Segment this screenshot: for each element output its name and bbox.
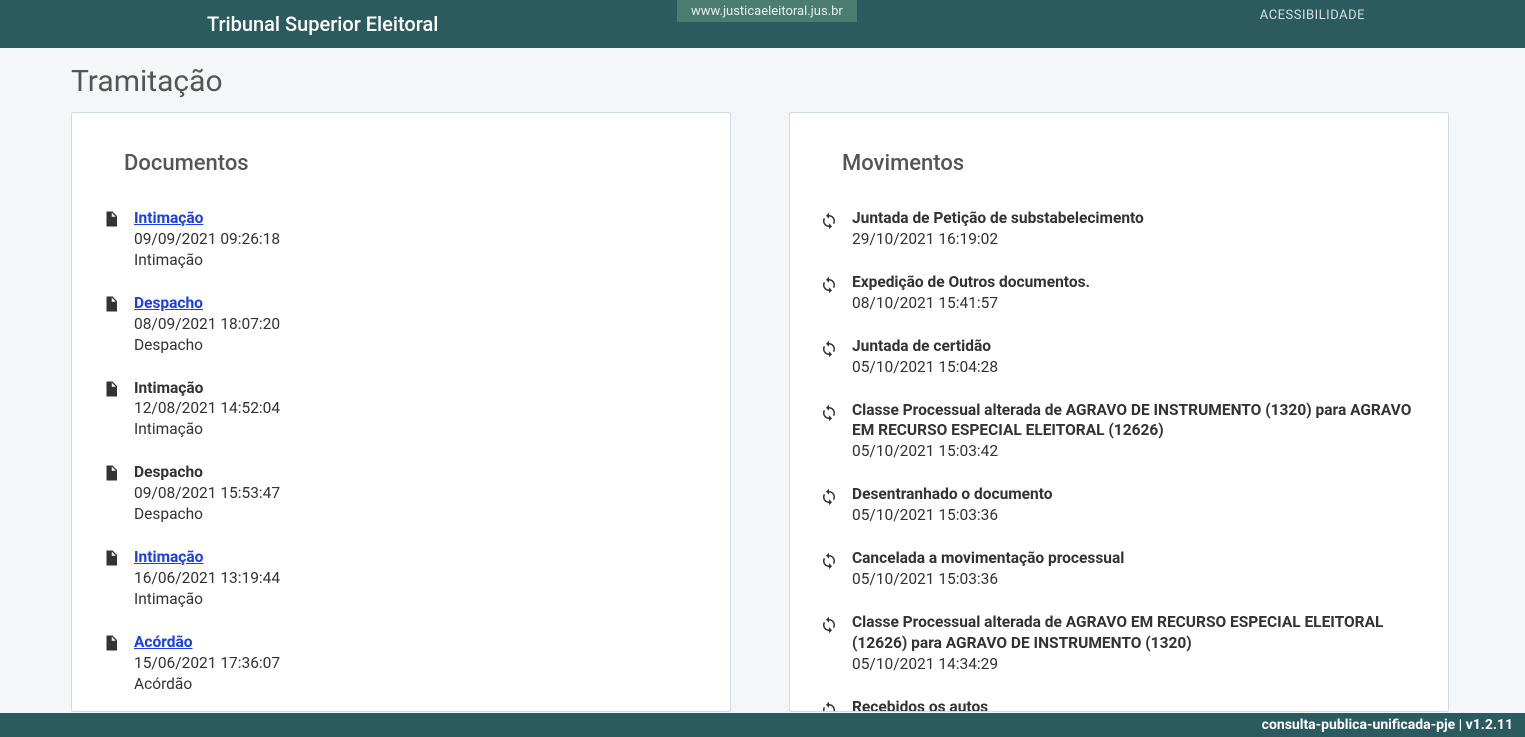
movimento-date: 05/10/2021 14:34:29 bbox=[852, 654, 1418, 675]
movimento-item: Expedição de Outros documentos.08/10/202… bbox=[820, 272, 1418, 314]
documento-date: 09/08/2021 15:53:47 bbox=[134, 483, 280, 504]
documento-desc: Despacho bbox=[134, 504, 280, 525]
documento-item: Intimação16/06/2021 13:19:44Intimação bbox=[102, 547, 700, 610]
documento-item: Despacho09/08/2021 15:53:47Despacho bbox=[102, 462, 700, 525]
movimentos-panel: Movimentos Juntada de Petição de substab… bbox=[789, 112, 1449, 712]
documento-title[interactable]: Acórdão bbox=[134, 632, 280, 653]
movimento-date: 05/10/2021 15:04:28 bbox=[852, 357, 998, 378]
movimento-item: Juntada de Petição de substabelecimento2… bbox=[820, 208, 1418, 250]
movimento-date: 05/10/2021 15:03:42 bbox=[852, 441, 1418, 462]
movimento-item: Cancelada a movimentação processual05/10… bbox=[820, 548, 1418, 590]
cycle-icon bbox=[820, 212, 838, 230]
documento-desc: Intimação bbox=[134, 250, 280, 271]
documentos-list: Intimação09/09/2021 09:26:18IntimaçãoDes… bbox=[102, 208, 700, 712]
movimento-item: Classe Processual alterada de AGRAVO DE … bbox=[820, 400, 1418, 463]
movimento-title: Classe Processual alterada de AGRAVO EM … bbox=[852, 612, 1418, 654]
documento-desc: Acórdão bbox=[134, 674, 280, 695]
movimento-item: Juntada de certidão05/10/2021 15:04:28 bbox=[820, 336, 1418, 378]
movimento-date: 29/10/2021 16:19:02 bbox=[852, 229, 1144, 250]
documento-title[interactable]: Despacho bbox=[134, 293, 280, 314]
file-icon bbox=[102, 210, 120, 232]
cycle-icon bbox=[820, 616, 838, 634]
accessibility-link[interactable]: ACESSIBILIDADE bbox=[1260, 8, 1365, 23]
movimento-title: Desentranhado o documento bbox=[852, 484, 1053, 505]
movimento-item: Desentranhado o documento05/10/2021 15:0… bbox=[820, 484, 1418, 526]
movimento-item: Recebidos os autos04/10/2021 18:32:57 bbox=[820, 697, 1418, 712]
file-icon bbox=[102, 464, 120, 486]
file-icon bbox=[102, 380, 120, 402]
documento-title[interactable]: Intimação bbox=[134, 208, 280, 229]
documento-date: 12/08/2021 14:52:04 bbox=[134, 398, 280, 419]
file-icon bbox=[102, 295, 120, 317]
documento-item: Acórdão15/06/2021 17:36:07Acórdão bbox=[102, 632, 700, 695]
footer-text: consulta-publica-unificada-pje | v1.2.11 bbox=[1262, 717, 1513, 733]
cycle-icon bbox=[820, 340, 838, 358]
header-url[interactable]: www.justicaeleitoral.jus.br bbox=[677, 0, 857, 22]
documento-title: Intimação bbox=[134, 378, 280, 399]
movimento-date: 05/10/2021 15:03:36 bbox=[852, 569, 1124, 590]
documento-title: Despacho bbox=[134, 462, 280, 483]
page-title: Tramitação bbox=[71, 64, 223, 99]
documento-desc: Intimação bbox=[134, 589, 280, 610]
documento-date: 08/09/2021 18:07:20 bbox=[134, 314, 280, 335]
documento-date: 09/09/2021 09:26:18 bbox=[134, 229, 280, 250]
movimento-title: Juntada de Petição de substabelecimento bbox=[852, 208, 1144, 229]
header-bar: Tribunal Superior Eleitoral www.justicae… bbox=[0, 0, 1525, 48]
movimento-date: 08/10/2021 15:41:57 bbox=[852, 293, 1090, 314]
movimento-title: Juntada de certidão bbox=[852, 336, 998, 357]
file-icon bbox=[102, 549, 120, 571]
documento-item: Intimação12/08/2021 14:52:04Intimação bbox=[102, 378, 700, 441]
movimentos-list: Juntada de Petição de substabelecimento2… bbox=[820, 208, 1418, 712]
movimento-title: Classe Processual alterada de AGRAVO DE … bbox=[852, 400, 1418, 442]
cycle-icon bbox=[820, 488, 838, 506]
footer-bar: consulta-publica-unificada-pje | v1.2.11 bbox=[0, 713, 1525, 737]
documento-desc: Despacho bbox=[134, 335, 280, 356]
movimento-title: Cancelada a movimentação processual bbox=[852, 548, 1124, 569]
cycle-icon bbox=[820, 701, 838, 712]
movimento-title: Recebidos os autos bbox=[852, 697, 998, 712]
documento-item: Intimação09/09/2021 09:26:18Intimação bbox=[102, 208, 700, 271]
cycle-icon bbox=[820, 404, 838, 422]
documentos-panel: Documentos Intimação09/09/2021 09:26:18I… bbox=[71, 112, 731, 712]
header-title: Tribunal Superior Eleitoral bbox=[207, 12, 438, 36]
documento-desc: Intimação bbox=[134, 419, 280, 440]
documento-item: Despacho08/09/2021 18:07:20Despacho bbox=[102, 293, 700, 356]
documentos-title: Documentos bbox=[124, 151, 700, 176]
movimento-item: Classe Processual alterada de AGRAVO EM … bbox=[820, 612, 1418, 675]
cycle-icon bbox=[820, 552, 838, 570]
movimentos-title: Movimentos bbox=[842, 151, 1418, 176]
documento-date: 16/06/2021 13:19:44 bbox=[134, 568, 280, 589]
movimento-date: 05/10/2021 15:03:36 bbox=[852, 505, 1053, 526]
documento-date: 15/06/2021 17:36:07 bbox=[134, 653, 280, 674]
documento-title[interactable]: Intimação bbox=[134, 547, 280, 568]
cycle-icon bbox=[820, 276, 838, 294]
file-icon bbox=[102, 634, 120, 656]
movimento-title: Expedição de Outros documentos. bbox=[852, 272, 1090, 293]
